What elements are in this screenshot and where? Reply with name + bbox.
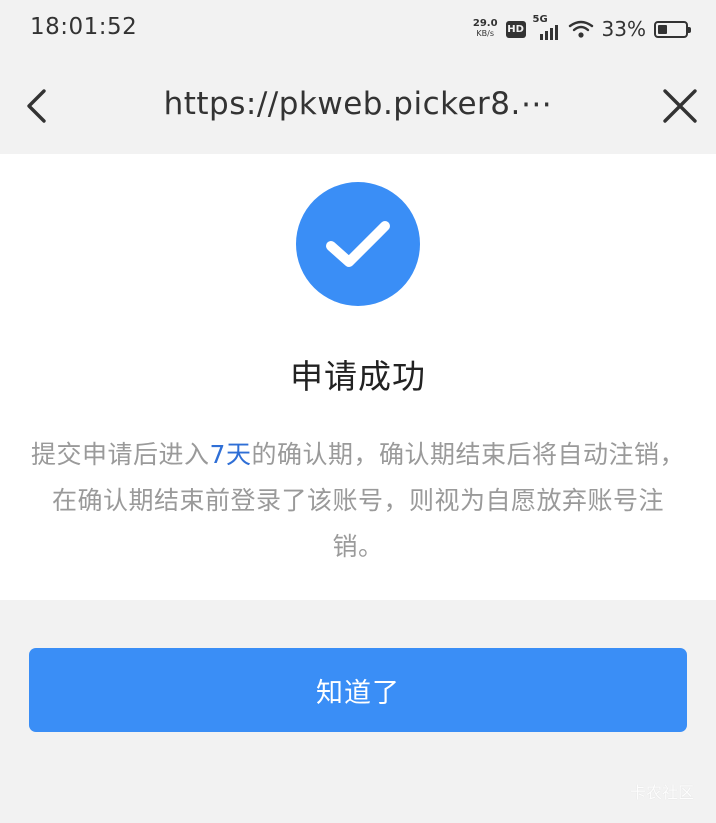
confirm-period-highlight: 7天: [209, 440, 252, 469]
battery-level-fill: [658, 24, 667, 34]
back-button[interactable]: [16, 84, 56, 128]
result-card: 申请成功 提交申请后进入7天的确认期，确认期结束后将自动注销，在确认期结束前登录…: [0, 154, 716, 600]
close-icon: [663, 89, 697, 123]
network-type-label: 5G: [532, 14, 548, 25]
signal-bar: [554, 25, 558, 40]
signal-bar: [539, 34, 543, 40]
chevron-left-icon: [27, 89, 46, 123]
close-button[interactable]: [658, 84, 702, 128]
signal-icon: 5G: [533, 14, 560, 40]
wifi-icon: [568, 20, 593, 38]
network-speed-value: 29.0: [472, 18, 498, 29]
desc-text-before: 提交申请后进入: [31, 440, 210, 469]
battery-icon: [654, 20, 691, 38]
status-time: 18:01:52: [30, 14, 138, 40]
signal-bar: [544, 31, 548, 40]
page-url: https://pkweb.picker8.⋯: [163, 86, 553, 122]
status-bar: 18:01:52 29.0 KB/s HD 5G 33%: [0, 0, 716, 58]
result-description: 提交申请后进入7天的确认期，确认期结束后将自动注销，在确认期结束前登录了该账号，…: [30, 432, 686, 570]
hd-icon: HD: [505, 20, 526, 38]
signal-bar: [549, 28, 553, 40]
browser-nav-bar: https://pkweb.picker8.⋯: [0, 58, 716, 154]
watermark-text: 卡农社区: [629, 783, 694, 802]
network-speed: 29.0 KB/s: [473, 19, 498, 39]
checkmark-icon: [326, 221, 390, 267]
status-indicators: 29.0 KB/s HD 5G 33%: [473, 14, 691, 44]
battery-percent: 33%: [601, 17, 646, 41]
result-title: 申请成功: [290, 357, 426, 396]
check-circle-icon: [296, 182, 420, 306]
network-speed-unit: KB/s: [476, 29, 494, 38]
got-it-button[interactable]: 知道了: [29, 648, 687, 732]
